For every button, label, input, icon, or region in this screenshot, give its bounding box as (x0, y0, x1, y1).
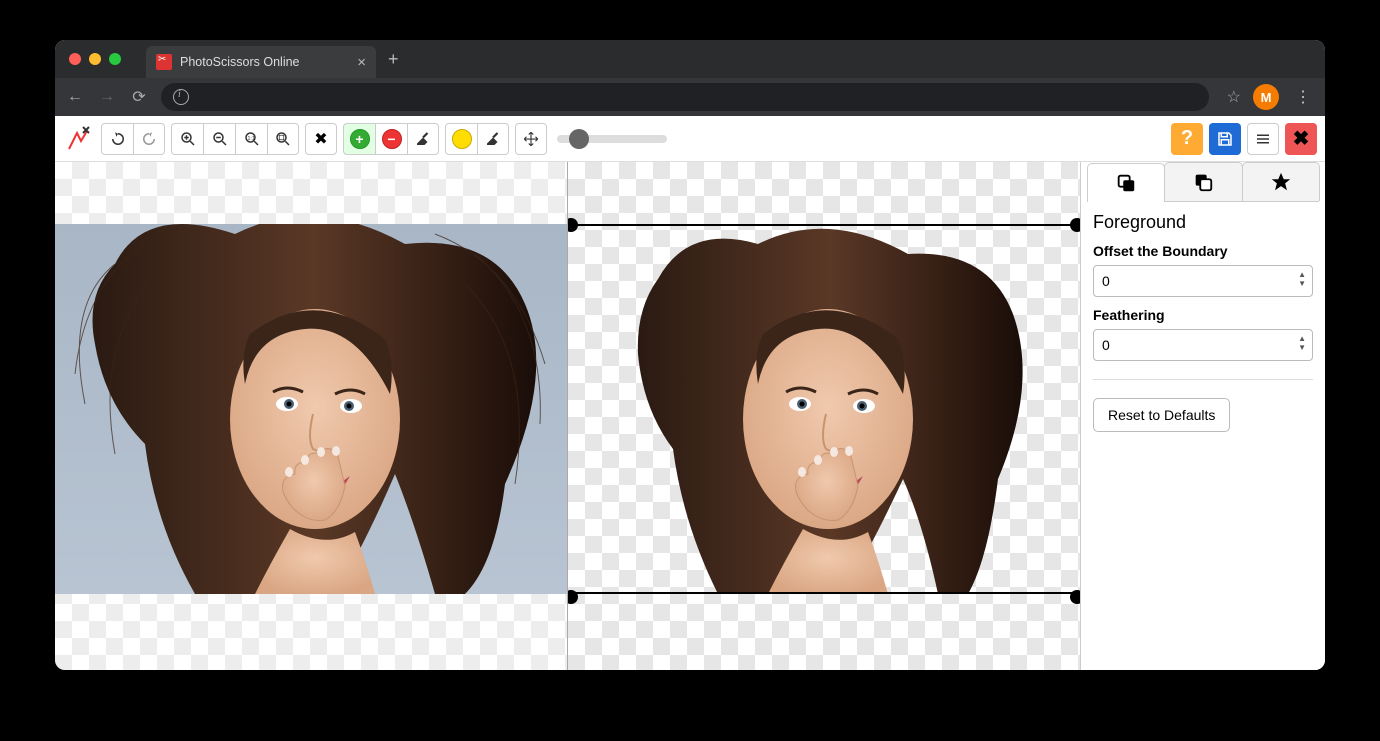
back-button[interactable]: ← (65, 88, 85, 106)
site-info-icon[interactable] (173, 89, 189, 105)
app-logo (63, 123, 95, 155)
profile-avatar[interactable]: M (1253, 84, 1279, 110)
window-close-button[interactable] (69, 53, 81, 65)
tab-foreground[interactable] (1087, 163, 1165, 202)
titlebar: PhotoScissors Online × + (55, 40, 1325, 78)
side-panel: Foreground Offset the Boundary 0 ▲▼ Feat… (1080, 162, 1325, 670)
tab-close-button[interactable]: × (357, 54, 366, 71)
stepper-icon[interactable]: ▲▼ (1298, 270, 1306, 288)
tab-title: PhotoScissors Online (180, 55, 300, 69)
clear-marks-button[interactable]: ✖ (305, 123, 337, 155)
divider (1093, 379, 1313, 380)
feather-input[interactable]: 0 ▲▼ (1093, 329, 1313, 361)
window-controls (69, 53, 121, 65)
pan-button[interactable] (515, 123, 547, 155)
new-tab-button[interactable]: + (388, 49, 399, 70)
help-button[interactable]: ? (1171, 123, 1203, 155)
photo-original (55, 224, 555, 594)
workspace: Foreground Offset the Boundary 0 ▲▼ Feat… (55, 162, 1325, 670)
window-minimize-button[interactable] (89, 53, 101, 65)
erase-marks-button[interactable] (407, 123, 439, 155)
feather-label: Feathering (1093, 307, 1313, 323)
original-pane[interactable] (55, 162, 567, 670)
redo-button[interactable] (133, 123, 165, 155)
tab-background[interactable] (1164, 162, 1242, 201)
zoom-in-button[interactable] (171, 123, 203, 155)
undo-button[interactable] (101, 123, 133, 155)
result-pane[interactable] (568, 162, 1080, 670)
forward-button[interactable]: → (97, 88, 117, 106)
reset-button[interactable]: Reset to Defaults (1093, 398, 1230, 432)
offset-input[interactable]: 0 ▲▼ (1093, 265, 1313, 297)
crop-frame[interactable] (568, 224, 1080, 594)
reload-button[interactable]: ⟳ (129, 87, 149, 107)
svg-text:1:1: 1:1 (247, 135, 254, 141)
stepper-icon[interactable]: ▲▼ (1298, 334, 1306, 352)
settings-button[interactable] (1247, 123, 1279, 155)
brush-size-slider[interactable] (557, 135, 667, 143)
zoom-out-button[interactable] (203, 123, 235, 155)
tab-favicon (156, 54, 172, 70)
url-input[interactable] (161, 83, 1209, 111)
panel-body: Foreground Offset the Boundary 0 ▲▼ Feat… (1081, 202, 1325, 442)
mark-hair-button[interactable] (445, 123, 477, 155)
panel-tabs (1087, 162, 1319, 202)
crop-handle-br[interactable] (1070, 590, 1080, 604)
mark-background-button[interactable]: − (375, 123, 407, 155)
panel-title: Foreground (1093, 212, 1313, 233)
zoom-fit-button[interactable] (267, 123, 299, 155)
close-app-button[interactable]: ✖ (1285, 123, 1317, 155)
erase-hair-button[interactable] (477, 123, 509, 155)
app-toolbar: 1:1 ✖ + − ? ✖ (55, 116, 1325, 162)
bookmark-star-icon[interactable]: ☆ (1227, 87, 1241, 107)
browser-tab[interactable]: PhotoScissors Online × (146, 46, 376, 78)
slider-thumb[interactable] (569, 129, 589, 149)
browser-window: PhotoScissors Online × + ← → ⟳ ☆ M ⋮ 1:1… (55, 40, 1325, 670)
offset-label: Offset the Boundary (1093, 243, 1313, 259)
mark-foreground-button[interactable]: + (343, 123, 375, 155)
tab-favorite[interactable] (1242, 162, 1320, 201)
zoom-actual-button[interactable]: 1:1 (235, 123, 267, 155)
crop-handle-tr[interactable] (1070, 218, 1080, 232)
window-maximize-button[interactable] (109, 53, 121, 65)
save-button[interactable] (1209, 123, 1241, 155)
browser-menu-button[interactable]: ⋮ (1291, 87, 1315, 107)
address-bar: ← → ⟳ ☆ M ⋮ (55, 78, 1325, 116)
